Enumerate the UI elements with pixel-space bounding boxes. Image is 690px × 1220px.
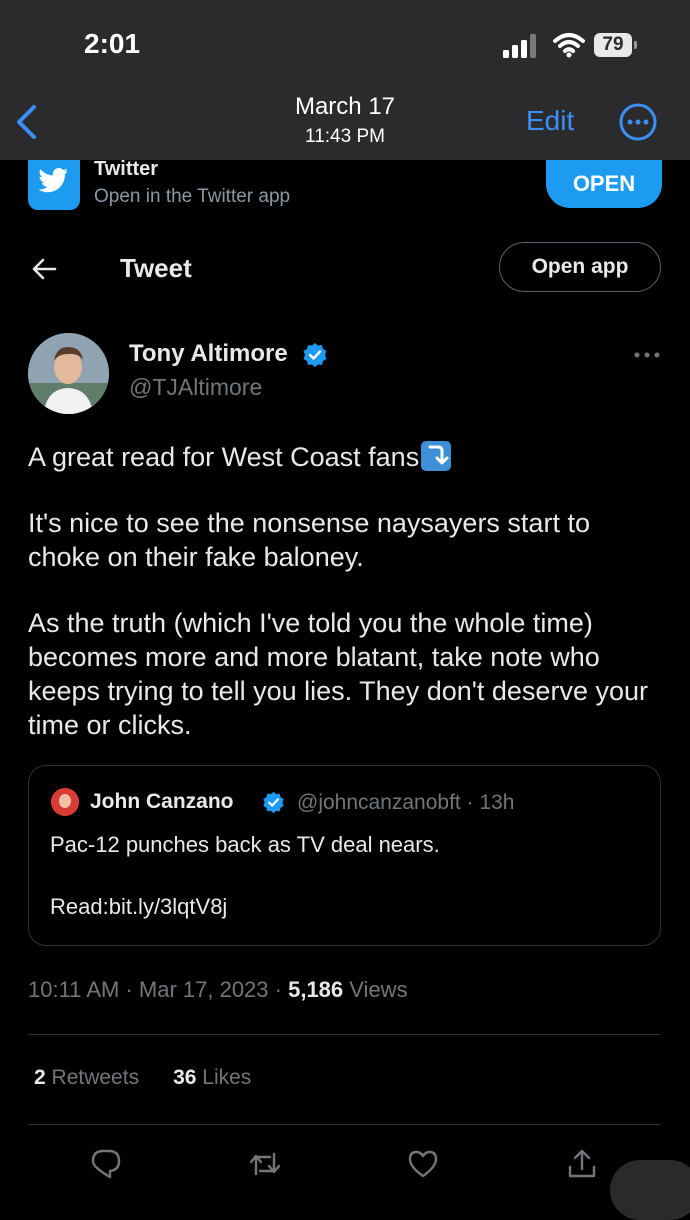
- banner-title: Twitter: [94, 160, 159, 180]
- banner-subtitle: Open in the Twitter app: [94, 186, 291, 207]
- reply-icon[interactable]: [89, 1147, 123, 1181]
- tweet-timestamp: 10:11 AM · Mar 17, 2023 · 5,186 Views: [28, 977, 408, 1002]
- retweets-stat[interactable]: 2 Retweets: [34, 1066, 139, 1089]
- divider: [28, 1124, 661, 1125]
- retweet-icon[interactable]: [248, 1147, 282, 1181]
- author-handle[interactable]: @TJAltimore: [129, 374, 262, 401]
- quoted-author-name: John Canzano: [90, 790, 234, 813]
- verified-icon: [303, 343, 327, 367]
- author-name[interactable]: Tony Altimore: [129, 340, 288, 368]
- arrow-down-right-icon: [421, 441, 452, 471]
- photo-date: March 17: [294, 93, 396, 120]
- verified-icon: [263, 791, 284, 814]
- tweet-time: 10:11 AM: [28, 977, 120, 1002]
- wifi-icon: [553, 33, 585, 58]
- edit-button[interactable]: Edit: [526, 105, 574, 137]
- arrow-left-icon[interactable]: [30, 255, 58, 283]
- more-icon[interactable]: [619, 103, 657, 141]
- tweet-date[interactable]: Mar 17, 2023: [139, 977, 269, 1002]
- likes-label: Likes: [202, 1066, 252, 1089]
- tweet-stats: 2 Retweets 36 Likes: [34, 1066, 251, 1090]
- like-icon[interactable]: [406, 1147, 440, 1181]
- app-banner: Twitter Open in the Twitter app OPEN: [0, 160, 690, 222]
- open-app-button[interactable]: Open app: [499, 242, 661, 292]
- quoted-link[interactable]: Read:bit.ly/3lqtV8j: [50, 894, 227, 920]
- likes-count: 36: [173, 1066, 197, 1089]
- tweet-line-1: A great read for West Coast fans: [28, 442, 420, 472]
- open-button[interactable]: OPEN: [546, 160, 662, 208]
- retweets-count: 2: [34, 1066, 46, 1089]
- battery-icon: 79: [594, 33, 638, 57]
- page-title: Tweet: [120, 253, 192, 283]
- retweets-label: Retweets: [51, 1066, 140, 1089]
- photos-header: 2:01 79 March 17 11:43 PM Edit: [0, 0, 690, 160]
- views-count: 5,186: [288, 977, 344, 1002]
- overlay-thumbnail: [610, 1160, 690, 1220]
- divider: [28, 1034, 661, 1035]
- tweet-text: A great read for West Coast fans It's ni…: [28, 440, 668, 774]
- twitter-bird-icon: [28, 160, 80, 210]
- photo-time: 11:43 PM: [305, 126, 385, 147]
- quoted-handle: @johncanzanobft: [297, 791, 461, 814]
- quoted-text: Pac-12 punches back as TV deal nears.: [50, 832, 440, 857]
- battery-level: 79: [602, 34, 624, 55]
- cellular-signal-icon: [503, 34, 536, 58]
- tweet-paragraph-2: It's nice to see the nonsense naysayers …: [28, 508, 590, 572]
- status-time: 2:01: [84, 28, 141, 59]
- more-options-icon[interactable]: [634, 352, 660, 358]
- views-label: Views: [349, 977, 408, 1002]
- share-icon[interactable]: [565, 1147, 599, 1181]
- likes-stat[interactable]: 36 Likes: [173, 1066, 251, 1089]
- quoted-age: 13h: [479, 791, 515, 814]
- quoted-avatar: [51, 788, 79, 816]
- quoted-tweet[interactable]: John Canzano @johncanzanobft · 13h Pac-1…: [28, 765, 661, 946]
- tweet-paragraph-3: As the truth (which I've told you the wh…: [28, 608, 648, 740]
- quoted-meta: @johncanzanobft · 13h: [297, 791, 515, 814]
- avatar[interactable]: [28, 333, 109, 414]
